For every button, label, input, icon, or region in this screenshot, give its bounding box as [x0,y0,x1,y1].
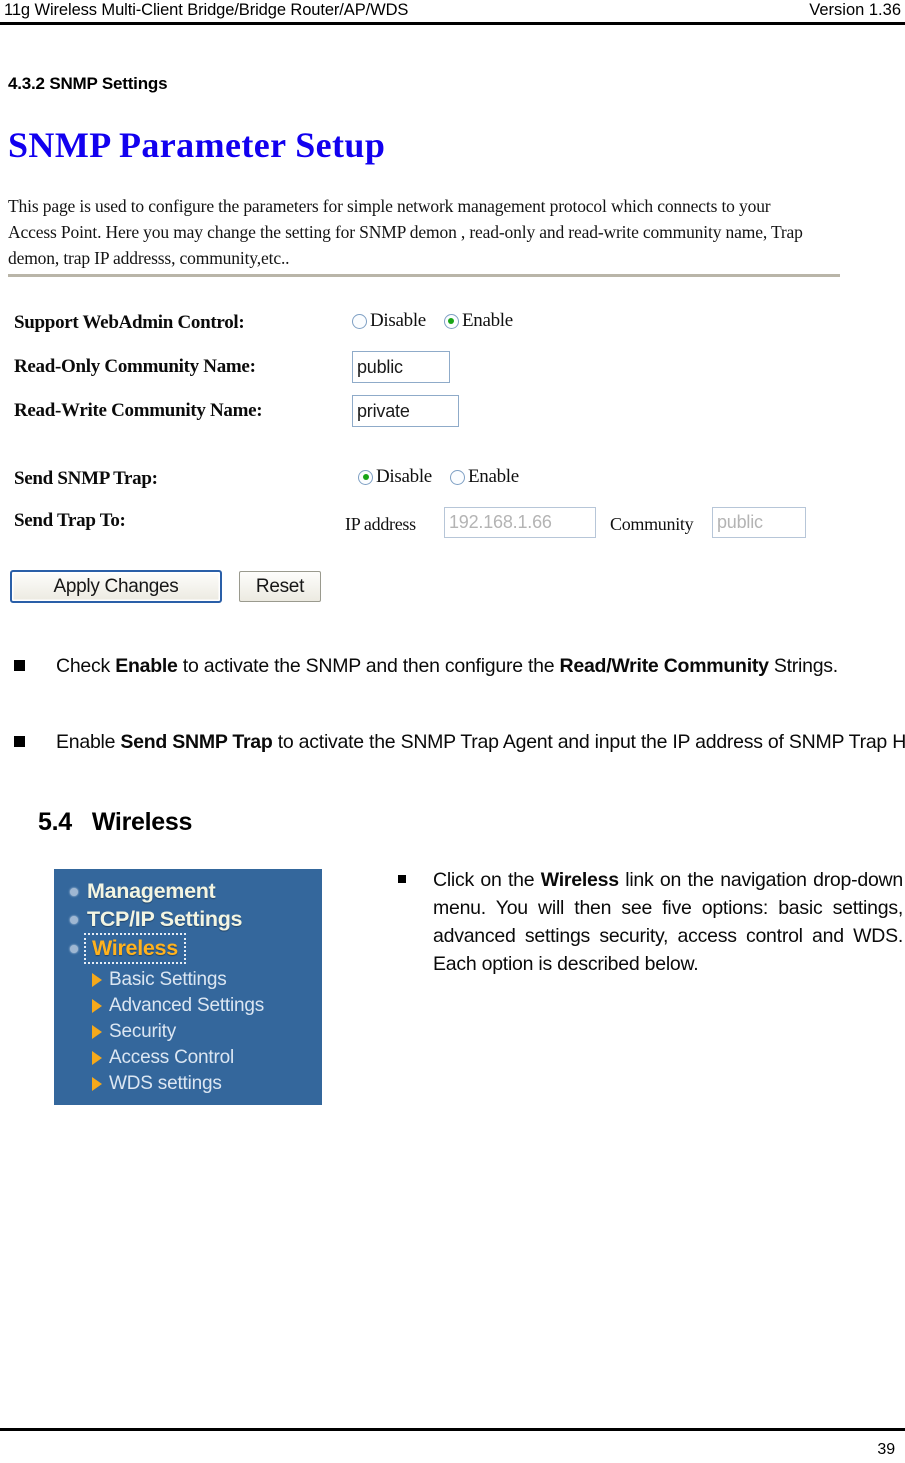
radio-webadmin-enable[interactable]: Enable [443,310,513,332]
bullet-square-icon [14,660,25,671]
section-heading-snmp-settings: 4.3.2 SNMP Settings [8,74,168,93]
sidebar-subitem-label: Security [109,1021,177,1042]
note-bold-send-snmp-trap: Send SNMP Trap [120,731,273,753]
arrow-right-icon [92,1025,102,1039]
sidebar-item-label: TCP/IP Settings [87,907,243,931]
bullet-dot-icon [70,915,78,924]
bullet-square-icon [398,875,406,883]
read-write-community-input[interactable] [352,395,459,427]
bullet-square-icon [14,736,25,747]
sidebar-item-tcpip-settings[interactable]: TCP/IP Settings [70,907,242,932]
sidebar-subitem-label: WDS settings [109,1073,222,1094]
sidebar-item-basic-settings[interactable]: Basic Settings [92,969,227,991]
radio-selected-icon[interactable] [443,313,459,329]
bullet-dot-icon [70,887,78,896]
header-divider-rule [0,22,905,25]
sidebar-subitem-label: Advanced Settings [109,995,265,1016]
label-send-trap-to: Send Trap To: [14,510,126,531]
radio-send-trap-enable[interactable]: Enable [449,466,519,488]
radio-webadmin-enable-label: Enable [461,310,513,331]
navigation-menu-screenshot: Management TCP/IP Settings Wireless Basi… [54,869,322,1105]
sidebar-item-label: Wireless [84,933,186,964]
radio-group-webadmin-control: Disable Enable [352,310,513,332]
label-trap-community: Community [610,514,694,534]
note-text-part-3: Strings. [768,655,838,677]
field-row-webadmin-control: Support WebAdmin Control: Disable Enable [0,310,845,346]
radio-send-trap-disable-label: Disable [376,466,432,487]
panel-description: This page is used to configure the param… [8,196,803,268]
page-title-wireless: 5.4 Wireless [38,808,192,837]
panel-divider [8,274,840,277]
note-text-part-1: Check [56,655,116,677]
radio-unselected-icon[interactable] [449,469,465,485]
sidebar-item-label: Management [87,879,216,903]
note-bold-read-write-community: Read/Write Community [559,655,769,677]
label-read-only-community-name: Read-Only Community Name: [14,356,256,377]
sidebar-item-security[interactable]: Security [92,1021,176,1043]
radio-send-trap-disable[interactable]: Disable [358,466,432,488]
section-title: Wireless [91,808,193,836]
sidebar-subitem-label: Access Control [109,1047,234,1068]
radio-unselected-icon[interactable] [352,313,367,329]
footer-divider-rule [0,1428,905,1431]
sidebar-subitem-label: Basic Settings [109,969,227,990]
header-product-title: 11g Wireless Multi-Client Bridge/Bridge … [4,1,409,19]
label-support-webadmin-control: Support WebAdmin Control: [14,312,245,333]
arrow-right-icon [92,999,102,1013]
sidebar-item-management[interactable]: Management [70,879,216,904]
note-text-part-1: Enable [56,731,121,753]
apply-changes-button[interactable]: Apply Changes [10,570,222,603]
arrow-right-icon [92,1077,102,1091]
read-only-community-input[interactable] [352,351,450,383]
radio-selected-icon[interactable] [358,469,373,485]
radio-webadmin-disable-label: Disable [370,310,426,331]
footer-page-number: 39 [877,1441,895,1458]
radio-webadmin-disable[interactable]: Disable [352,310,426,332]
trap-community-input[interactable] [712,507,806,538]
note-bullet-enable-snmp: Check Enable to activate the SNMP and th… [0,652,905,680]
note-wireless-navigation: Click on the Wireless link on the naviga… [398,866,903,978]
section-number: 5.4 [38,808,72,836]
panel-title: SNMP Parameter Setup [8,125,386,165]
sidebar-item-wds-settings[interactable]: WDS settings [92,1073,222,1095]
sidebar-item-wireless[interactable]: Wireless [70,933,186,964]
arrow-right-icon [92,973,102,987]
label-read-write-community-name: Read-Write Community Name: [14,400,263,421]
page-running-header: 11g Wireless Multi-Client Bridge/Bridge … [0,0,905,24]
bullet-dot-icon [70,944,78,953]
radio-send-trap-enable-label: Enable [467,466,519,487]
field-row-send-snmp-trap: Send SNMP Trap: Disable Enable [0,466,845,502]
trap-ip-address-input[interactable] [444,507,596,538]
label-send-snmp-trap: Send SNMP Trap: [14,468,158,489]
note-text-part-1: Click on the [433,869,541,891]
header-version: Version 1.36 [809,1,901,19]
note-bold-enable: Enable [115,655,178,677]
sidebar-item-advanced-settings[interactable]: Advanced Settings [92,995,264,1017]
note-text-part-2: to activate the SNMP Trap Agent and inpu… [272,731,905,753]
note-bullet-send-snmp-trap: Enable Send SNMP Trap to activate the SN… [0,728,905,756]
radio-group-send-snmp-trap: Disable Enable [358,466,519,488]
sidebar-item-access-control[interactable]: Access Control [92,1047,234,1069]
label-trap-ip-address: IP address [345,514,416,534]
note-bold-wireless: Wireless [540,869,619,891]
field-row-send-trap-to: Send Trap To: IP address Community [0,507,845,544]
field-row-read-only-community: Read-Only Community Name: [0,351,845,390]
reset-button[interactable]: Reset [239,571,321,602]
note-text-part-2: to activate the SNMP and then configure … [177,655,560,677]
field-row-read-write-community: Read-Write Community Name: [0,395,845,434]
arrow-right-icon [92,1051,102,1065]
snmp-parameter-setup-panel: SNMP Parameter Setup This page is used t… [0,118,845,630]
